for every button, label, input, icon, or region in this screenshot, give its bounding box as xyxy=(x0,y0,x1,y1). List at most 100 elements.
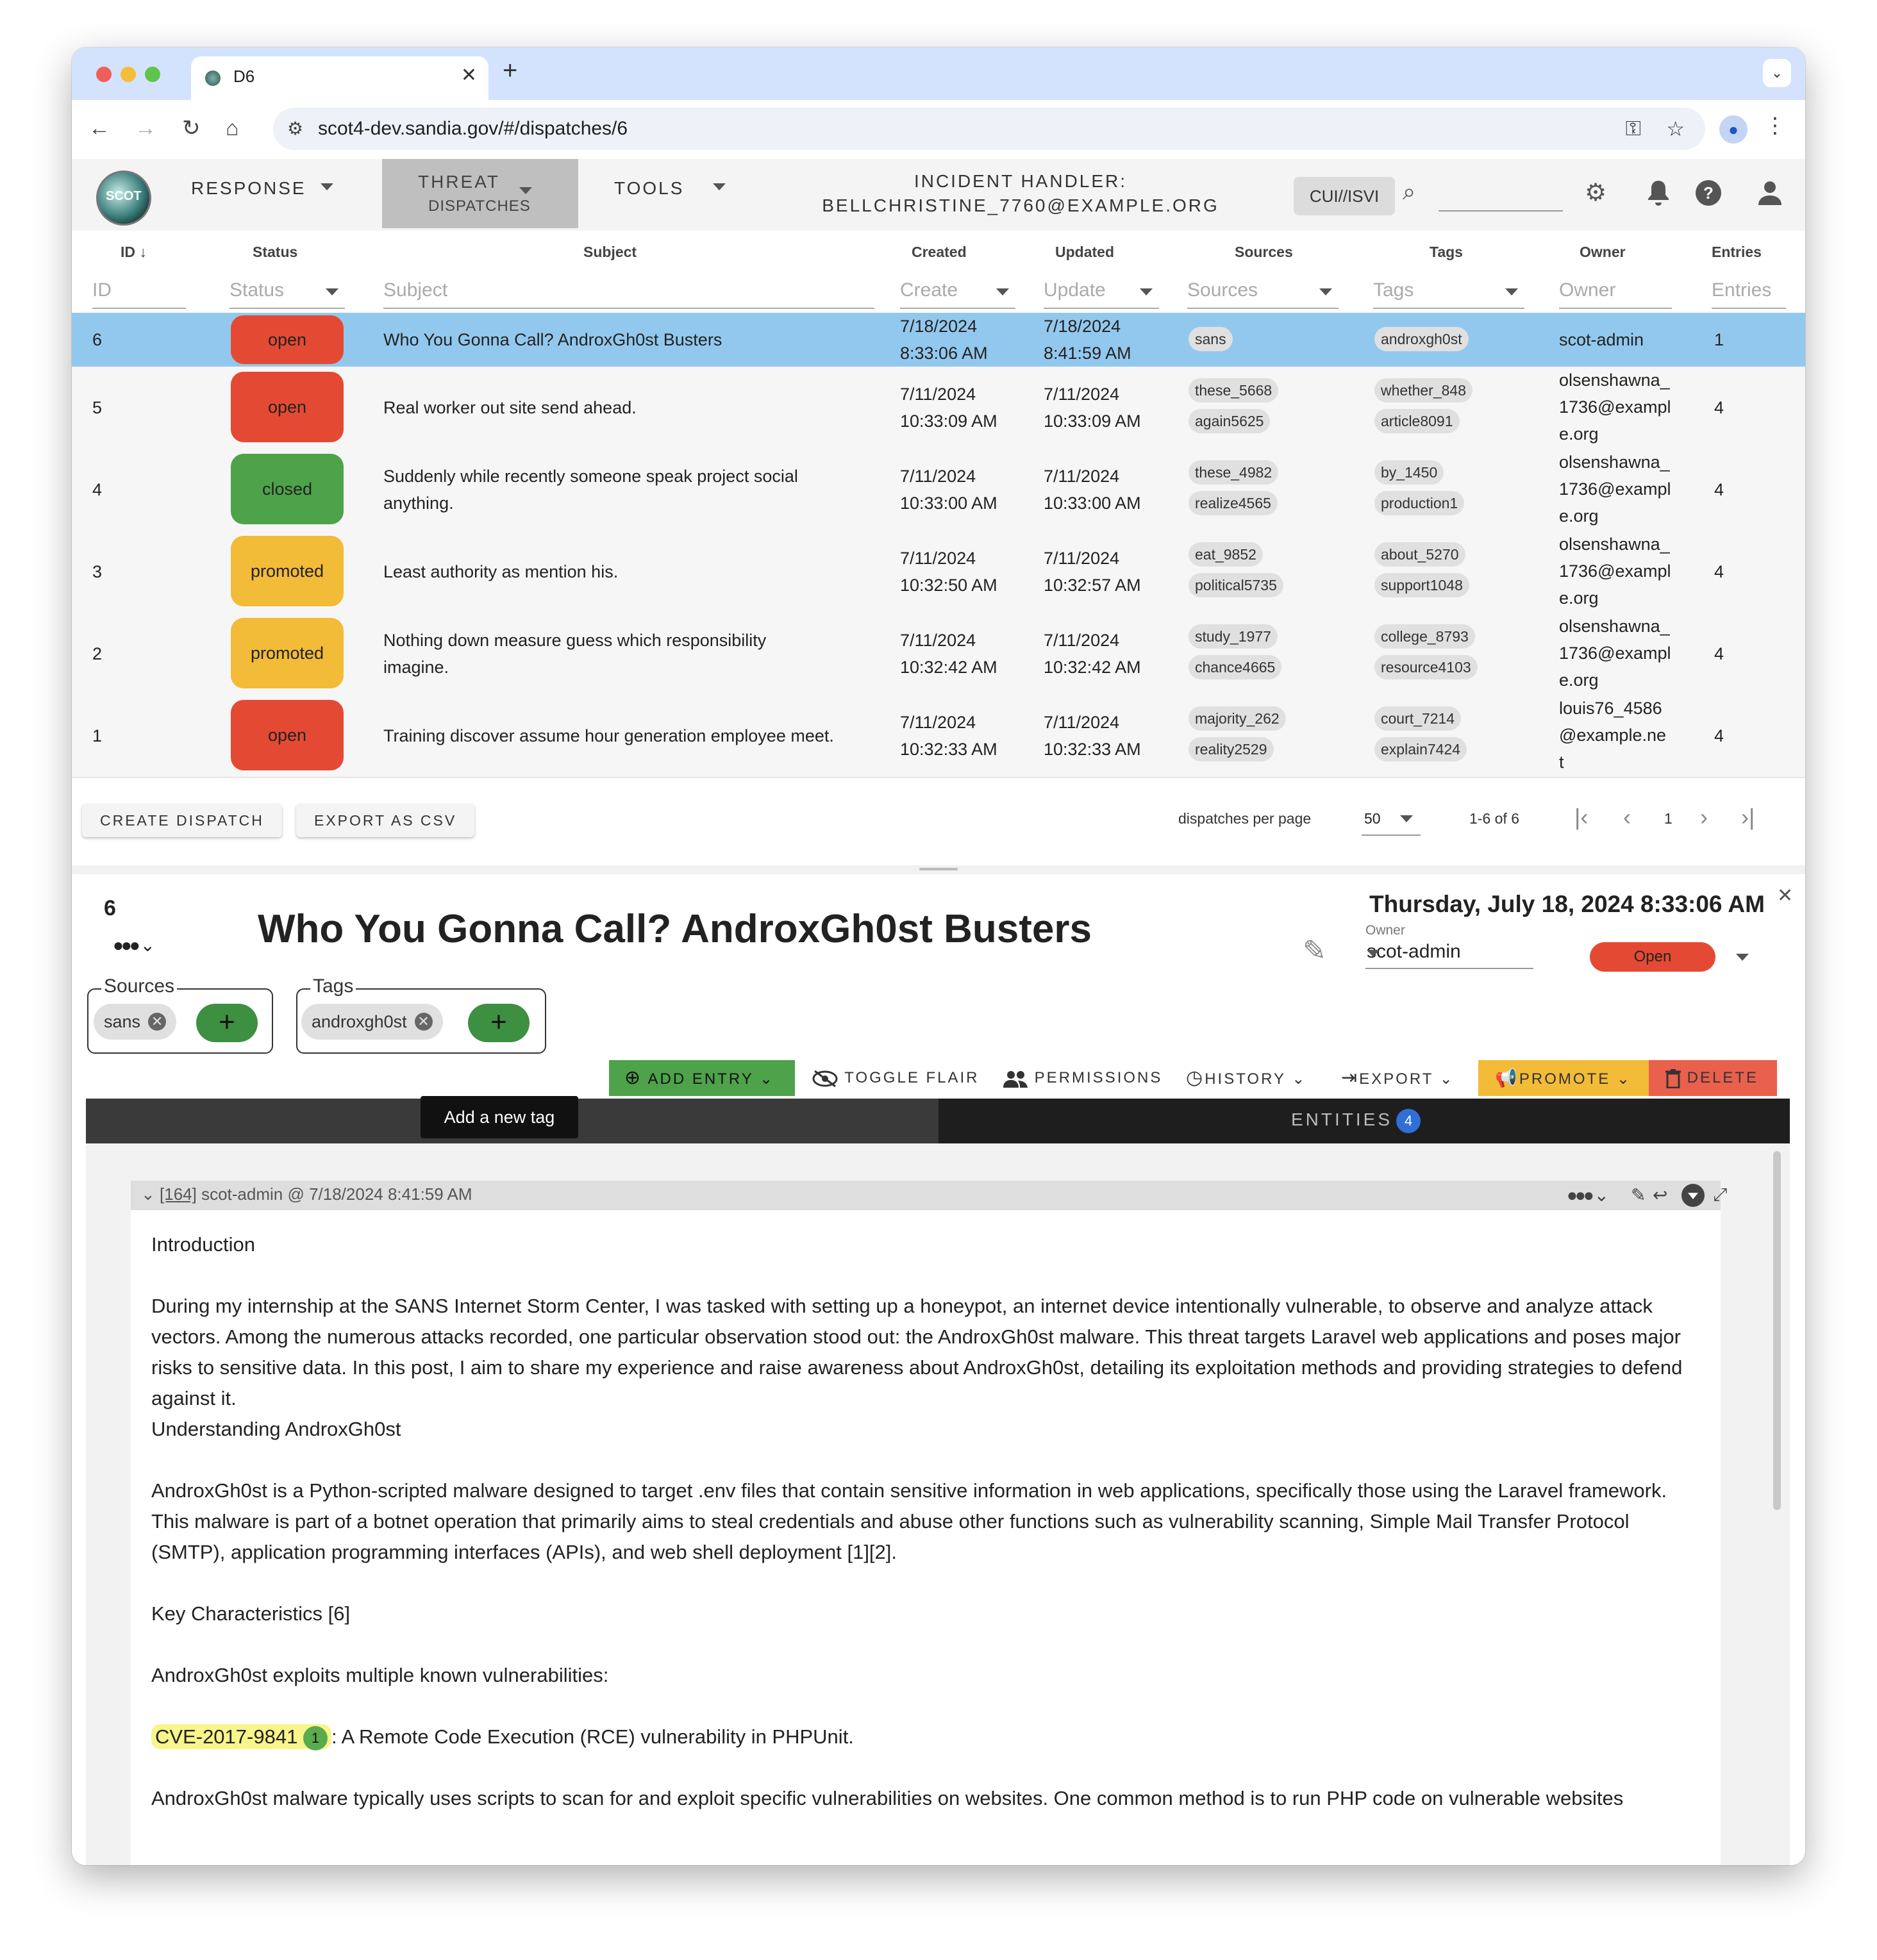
col-owner-header[interactable]: Owner xyxy=(1580,244,1626,261)
address-bar[interactable]: ⚙ scot4-dev.sandia.gov/#/dispatches/6 ⚿ … xyxy=(273,108,1705,150)
source-chip[interactable]: sans ✕ xyxy=(94,1004,177,1040)
tag-chip[interactable]: article8091 xyxy=(1374,409,1460,433)
table-row[interactable]: 1 open Training discover assume hour gen… xyxy=(72,695,1805,778)
entry-visibility-icon[interactable]: ●●● ⌄ xyxy=(1567,1184,1609,1206)
source-chip[interactable]: study_1977 xyxy=(1189,624,1278,649)
home-icon[interactable]: ⌂ xyxy=(226,115,239,141)
filter-created-select[interactable]: Create xyxy=(900,279,1015,309)
reload-icon[interactable]: ↻ xyxy=(182,115,201,141)
tab-entities[interactable]: ENTITIES 4 xyxy=(1291,1109,1421,1133)
remove-chip-icon[interactable]: ✕ xyxy=(148,1012,167,1031)
scrollbar[interactable] xyxy=(1773,1151,1781,1510)
entry-edit-icon[interactable]: ✎ xyxy=(1631,1184,1646,1206)
tag-chip[interactable]: about_5270 xyxy=(1374,542,1465,567)
settings-gear-icon[interactable]: ⚙ xyxy=(1582,179,1609,206)
table-row[interactable]: 6 open Who You Gonna Call? AndroxGh0st B… xyxy=(72,313,1805,368)
source-chip[interactable]: sans xyxy=(1189,327,1233,351)
tag-chip[interactable]: resource4103 xyxy=(1374,655,1478,679)
tag-chip[interactable]: whether_848 xyxy=(1374,378,1472,403)
col-tags-header[interactable]: Tags xyxy=(1430,244,1463,261)
entry-id-link[interactable]: [164] xyxy=(160,1184,197,1204)
filter-tags-select[interactable]: Tags xyxy=(1373,279,1524,309)
password-key-icon[interactable]: ⚿ xyxy=(1626,117,1641,141)
reply-icon[interactable]: ↩ xyxy=(1653,1184,1667,1206)
user-account-icon[interactable] xyxy=(1756,179,1783,206)
entry-menu-icon[interactable] xyxy=(1681,1183,1705,1212)
filter-status-select[interactable]: Status xyxy=(229,279,345,309)
profile-avatar-icon[interactable]: ● xyxy=(1719,115,1748,144)
col-sources-header[interactable]: Sources xyxy=(1235,244,1293,261)
col-entries-header[interactable]: Entries xyxy=(1712,244,1762,261)
delete-button[interactable]: DELETE xyxy=(1649,1060,1777,1096)
tag-chip[interactable]: explain7424 xyxy=(1374,737,1467,761)
tag-chip[interactable]: court_7214 xyxy=(1374,706,1462,731)
toggle-flair-button[interactable]: TOGGLE FLAIR xyxy=(795,1060,985,1096)
col-id-header[interactable]: ID ↓ xyxy=(121,244,147,261)
tag-chip[interactable]: production1 xyxy=(1374,491,1465,515)
previous-page-icon[interactable]: ‹ xyxy=(1623,804,1631,831)
col-status-header[interactable]: Status xyxy=(253,244,297,261)
minimize-window-button[interactable] xyxy=(121,67,136,82)
col-updated-header[interactable]: Updated xyxy=(1055,244,1114,261)
add-tag-button[interactable]: + xyxy=(468,1004,530,1042)
panel-resize-handle[interactable] xyxy=(72,865,1805,874)
table-row[interactable]: 2 promoted Nothing down measure guess wh… xyxy=(72,613,1805,696)
source-chip[interactable]: these_4982 xyxy=(1189,460,1279,485)
source-chip[interactable]: realize4565 xyxy=(1189,491,1278,515)
menu-tools[interactable]: TOOLS xyxy=(614,178,684,199)
source-chip[interactable]: majority_262 xyxy=(1189,706,1286,731)
close-tab-icon[interactable]: ✕ xyxy=(461,64,477,87)
visibility-menu-icon[interactable]: ●●● ⌄ xyxy=(113,934,155,956)
add-source-button[interactable]: + xyxy=(196,1004,258,1042)
notifications-bell-icon[interactable] xyxy=(1645,179,1672,206)
tag-chip[interactable]: support1048 xyxy=(1374,573,1469,597)
tag-chip[interactable]: androxgh0st ✕ xyxy=(301,1004,443,1040)
collapse-chevron-icon[interactable]: ⌄ xyxy=(141,1184,155,1204)
forward-icon[interactable]: → xyxy=(135,115,156,141)
chevron-down-icon[interactable] xyxy=(321,183,333,190)
scot-logo[interactable]: SCOT xyxy=(96,170,151,226)
tag-chip[interactable]: college_8793 xyxy=(1374,624,1475,649)
chevron-down-icon[interactable] xyxy=(1736,954,1749,961)
filter-owner-input[interactable]: Owner xyxy=(1559,279,1672,309)
export-button[interactable]: ⇥EXPORT ⌄ xyxy=(1324,1060,1479,1096)
browser-tab[interactable]: D6 ✕ xyxy=(191,56,488,100)
table-row[interactable]: 4 closed Suddenly while recently someone… xyxy=(72,449,1805,532)
next-page-icon[interactable]: › xyxy=(1700,804,1708,831)
per-page-select[interactable]: 50 xyxy=(1362,802,1421,836)
table-row[interactable]: 3 promoted Least authority as mention hi… xyxy=(72,531,1805,614)
source-chip[interactable]: political5735 xyxy=(1189,573,1283,597)
status-select[interactable]: Open xyxy=(1590,942,1715,972)
help-icon[interactable]: ? xyxy=(1695,179,1722,206)
table-row[interactable]: 5 open Real worker out site send ahead. … xyxy=(72,367,1805,450)
source-chip[interactable]: eat_9852 xyxy=(1189,542,1263,567)
col-subject-header[interactable]: Subject xyxy=(583,244,637,261)
tag-chip[interactable]: by_1450 xyxy=(1374,460,1444,485)
close-window-button[interactable] xyxy=(96,67,112,82)
history-button[interactable]: ◷HISTORY ⌄ xyxy=(1171,1060,1325,1096)
new-tab-button[interactable]: + xyxy=(503,56,517,85)
search-input[interactable] xyxy=(1439,182,1563,212)
menu-response[interactable]: RESPONSE xyxy=(191,178,306,199)
browser-menu-icon[interactable]: ⋮ xyxy=(1764,113,1786,138)
filter-sources-select[interactable]: Sources xyxy=(1187,279,1339,309)
chevron-down-icon[interactable] xyxy=(713,183,726,190)
permissions-button[interactable]: PERMISSIONS xyxy=(985,1060,1171,1096)
source-chip[interactable]: chance4665 xyxy=(1189,655,1282,679)
close-detail-icon[interactable]: ✕ xyxy=(1777,884,1793,907)
cve-entity-flair[interactable]: CVE-2017-9841 1 xyxy=(151,1724,331,1750)
chevron-down-icon[interactable] xyxy=(519,187,532,194)
source-chip[interactable]: these_5668 xyxy=(1189,378,1279,403)
create-dispatch-button[interactable]: CREATE DISPATCH xyxy=(82,804,282,837)
filter-entries-input[interactable]: Entries xyxy=(1712,279,1786,309)
edit-check-icon[interactable]: ✎ xyxy=(1303,934,1326,967)
back-icon[interactable]: ← xyxy=(88,115,110,141)
export-csv-button[interactable]: EXPORT AS CSV xyxy=(296,804,475,837)
filter-updated-select[interactable]: Update xyxy=(1044,279,1159,309)
source-chip[interactable]: reality2529 xyxy=(1189,737,1274,761)
add-entry-button[interactable]: ⊕ ADD ENTRY ⌄ xyxy=(609,1060,796,1096)
menu-threat-dispatches[interactable]: THREAT DISPATCHES xyxy=(382,159,578,228)
owner-select[interactable]: scot-admin xyxy=(1365,938,1533,969)
expand-icon[interactable]: ⤢ xyxy=(1713,1184,1727,1206)
last-page-icon[interactable]: ›| xyxy=(1741,804,1755,831)
